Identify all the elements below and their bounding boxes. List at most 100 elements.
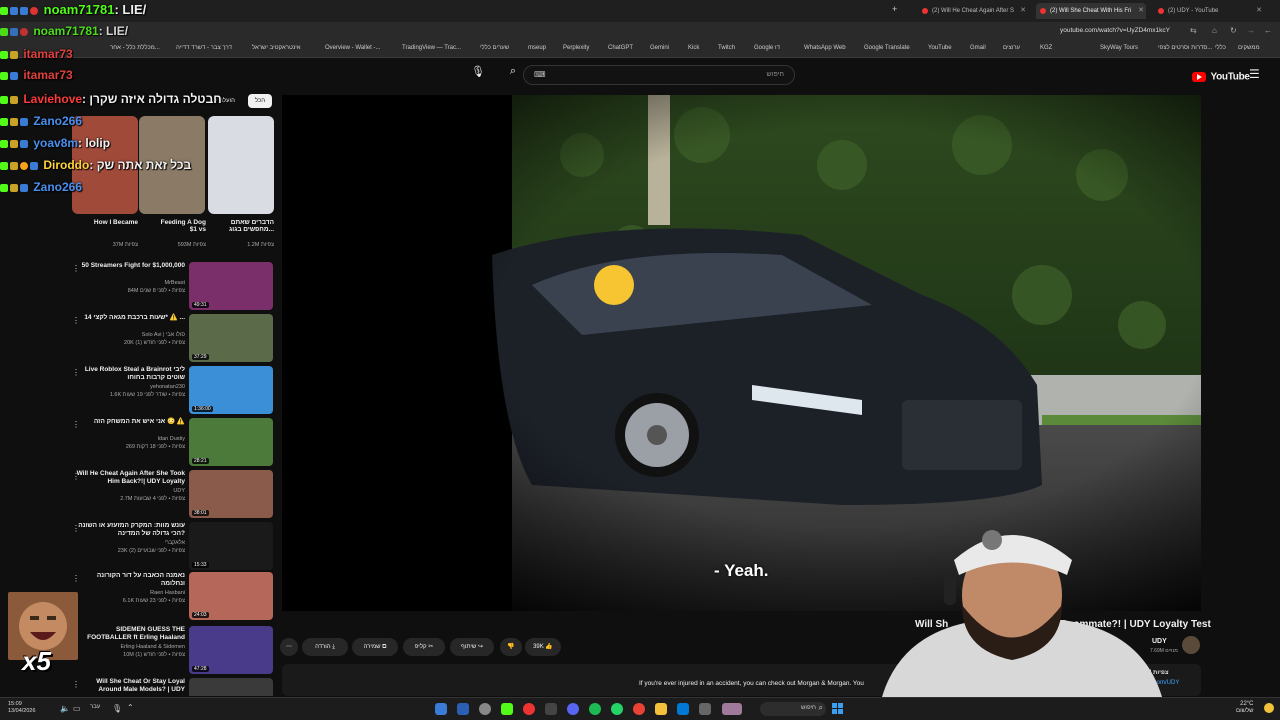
youtube-logo[interactable]: YouTube <box>1192 68 1250 86</box>
list-item[interactable]: 49:31 50 Streamers Fight for $1,000,000 … <box>70 262 275 312</box>
bookmark-item[interactable]: Overview - Wallet -... <box>325 45 380 51</box>
bookmark-item[interactable]: Google Translate <box>864 45 910 51</box>
url-field[interactable]: youtube.com/watch?v=UyZD4mx1kcY <box>1060 27 1170 34</box>
search-icon[interactable]: ⌕ <box>503 65 523 85</box>
video-thumbnail[interactable]: 37:29 <box>189 314 273 362</box>
bookmark-item[interactable]: KGZ <box>1040 45 1052 51</box>
video-thumbnail[interactable]: 15:33 <box>189 522 273 570</box>
video-thumbnail[interactable]: 24:03 <box>189 572 273 620</box>
chrome-icon[interactable] <box>633 703 645 715</box>
monitor-icon[interactable]: ▭ <box>73 704 81 713</box>
video-thumbnail[interactable]: 38:01 <box>189 470 273 518</box>
card-thumb[interactable] <box>208 116 274 214</box>
video-title[interactable]: אני איש את המשחק הזה 😳 ⚠️ <box>75 418 185 426</box>
whatsapp-icon[interactable] <box>611 703 623 715</box>
video-thumbnail[interactable]: 1:36:00 <box>189 366 273 414</box>
video-title[interactable]: נאמנה הכאבה על דור הקורונה ונחלומה <box>75 572 185 588</box>
bookmark-item[interactable]: Perplexity <box>563 45 589 51</box>
bookmark-item[interactable]: סדרות וסרטים לצפי... <box>1158 45 1212 51</box>
clip-button[interactable]: קליפ ✂ <box>403 638 445 656</box>
tab-will-he-cheat[interactable]: (2) Will He Cheat Again After S ✕ <box>918 3 1028 19</box>
list-item[interactable]: 1:36:00 Live Roblox Steal a Brainrot ליב… <box>70 366 275 416</box>
bookmark-item[interactable]: Kick <box>688 45 699 51</box>
video-thumbnail[interactable]: 49:31 <box>189 262 273 310</box>
tab-will-she-cheat[interactable]: (2) Will She Cheat With His Fri ✕ <box>1036 3 1146 19</box>
taskview-icon[interactable] <box>699 703 711 715</box>
language-indicator[interactable]: עבר <box>90 704 100 710</box>
more-options-icon[interactable]: ⋮ <box>72 524 80 533</box>
card-title[interactable]: הדברים שאתם מחפשים בגוג... <box>226 219 274 233</box>
widget-icon[interactable] <box>722 703 742 715</box>
back-icon[interactable]: ← <box>1264 26 1272 35</box>
video-title[interactable]: Will She Cheat Or Stay Loyal Around Male… <box>75 678 185 694</box>
close-icon[interactable]: ✕ <box>1256 3 1262 19</box>
windows-start-icon[interactable] <box>832 702 844 714</box>
list-item[interactable]: 38:01 Will He Cheat Again After She Took… <box>70 470 275 520</box>
share-button[interactable]: שיתוף ↪ <box>450 638 494 656</box>
video-thumbnail[interactable] <box>189 678 273 696</box>
card-title[interactable]: How I Became <box>90 219 138 226</box>
dislike-button[interactable]: 👎 <box>500 638 522 656</box>
save-button[interactable]: שמירה ⧉ <box>352 638 398 656</box>
bookmark-item[interactable]: כללי <box>1215 45 1226 51</box>
list-item[interactable]: 37:29 14 שעות ברכבת מגאה לקצי* ⚠️ ... So… <box>70 314 275 364</box>
discord-icon[interactable] <box>567 703 579 715</box>
more-options-icon[interactable]: ⋮ <box>72 420 80 429</box>
bookmark-item[interactable]: TradingView — Trac... <box>402 45 461 51</box>
menu-icon[interactable]: ☰ <box>1249 67 1260 81</box>
tab-udy-youtube[interactable]: (2) UDY - YouTube ✕ <box>1154 3 1264 19</box>
video-title[interactable]: Live Roblox Steal a Brainrot ליבי שוטים … <box>75 366 185 382</box>
search-input[interactable]: חיפוש ⌨ <box>523 65 795 85</box>
spotify-icon[interactable] <box>589 703 601 715</box>
close-icon[interactable]: ✕ <box>1020 3 1026 19</box>
mic-icon[interactable]: 🎙 <box>112 704 122 713</box>
more-actions-button[interactable]: ⋯ <box>280 638 298 656</box>
list-item[interactable]: 47:28 SIDEMEN GUESS THE FOOTBALLER ft Er… <box>70 626 275 676</box>
bookmark-item[interactable]: דרך צבר - דשרד דדייה <box>176 45 232 51</box>
forward-icon[interactable]: → <box>1247 26 1255 35</box>
reload-icon[interactable]: ↻ <box>1230 26 1237 35</box>
video-thumbnail[interactable]: 47:28 <box>189 626 273 674</box>
weather-widget[interactable]: 22°C שלשום <box>1236 701 1254 715</box>
obs-icon[interactable] <box>545 703 557 715</box>
bookmark-item[interactable]: mseup <box>528 45 546 51</box>
microphone-icon[interactable]: 🎙 <box>470 65 486 85</box>
settings-icon[interactable] <box>479 703 491 715</box>
list-item[interactable]: 24:03 נאמנה הכאבה על דור הקורונה ונחלומה… <box>70 572 275 622</box>
card-title[interactable]: Feeding A Dog $1 vs <box>158 219 206 233</box>
video-title[interactable]: 50 Streamers Fight for $1,000,000 <box>75 262 185 270</box>
more-options-icon[interactable]: ⋮ <box>72 368 80 377</box>
video-title[interactable]: 14 שעות ברכבת מגאה לקצי* ⚠️ ... <box>75 314 185 322</box>
video-channel[interactable]: yehonatan230 <box>75 384 185 390</box>
video-channel[interactable]: Idan Dustiy <box>75 436 185 442</box>
bookmark-item[interactable]: SkyWay Tours <box>1100 45 1138 51</box>
bookmark-item[interactable]: YouTube <box>928 45 952 51</box>
download-button[interactable]: הורדה ⤓ <box>302 638 348 656</box>
video-channel[interactable]: אלאקברי <box>75 540 185 546</box>
more-options-icon[interactable]: ⋮ <box>72 316 80 325</box>
close-icon[interactable]: ✕ <box>1138 3 1144 19</box>
video-channel[interactable]: Raen Hasbani <box>75 590 185 596</box>
bookmark-item[interactable]: Gmail <box>970 45 986 51</box>
avatar[interactable] <box>1182 636 1200 654</box>
bookmark-item[interactable]: Twitch <box>718 45 735 51</box>
bookmark-item[interactable]: WhatsApp Web <box>804 45 846 51</box>
chip-all[interactable]: הכל <box>248 94 272 108</box>
bookmark-item[interactable]: ערוצים <box>1003 45 1020 51</box>
list-item[interactable]: 15:33 עונש מוות: המקרק המזעזע או השונה ה… <box>70 522 275 572</box>
keyboard-icon[interactable]: ⌨ <box>534 70 546 79</box>
bookmark-item[interactable]: Gemini <box>650 45 669 51</box>
bookmark-item[interactable]: שערים כללי <box>480 45 509 51</box>
video-title[interactable]: Will He Cheat Again After She Took Him B… <box>75 470 185 486</box>
more-options-icon[interactable]: ⋮ <box>72 680 80 689</box>
bookmark-item[interactable]: ChatGPT <box>608 45 633 51</box>
store-icon[interactable] <box>677 703 689 715</box>
like-button[interactable]: 39K 👍 <box>525 638 561 656</box>
video-channel[interactable]: MrBeast <box>75 280 185 286</box>
volume-icon[interactable]: 🔈 <box>60 704 70 713</box>
bookmark-item[interactable]: מכללת כלל - אחר... <box>110 45 160 51</box>
more-options-icon[interactable]: ⋮ <box>72 472 80 481</box>
file-icon[interactable] <box>457 703 469 715</box>
more-options-icon[interactable]: ⋮ <box>72 264 80 273</box>
taskbar-search[interactable]: חיפוש ⌕ <box>760 702 826 716</box>
